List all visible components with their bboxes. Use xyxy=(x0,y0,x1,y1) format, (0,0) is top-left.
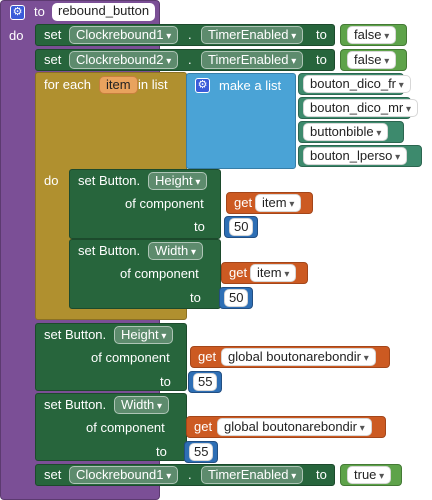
property-dropdown[interactable]: Height xyxy=(114,326,174,344)
number-value[interactable]: 55 xyxy=(189,443,214,461)
number-value[interactable]: 50 xyxy=(229,218,254,236)
for-each-label: for each xyxy=(44,77,91,92)
component-dropdown[interactable]: bouton_dico_fr xyxy=(303,75,411,93)
number-value[interactable]: 50 xyxy=(224,289,249,307)
variable-dropdown[interactable]: item xyxy=(255,194,302,212)
to-label: to xyxy=(316,467,327,482)
property-dropdown[interactable]: Width xyxy=(114,396,170,414)
list-item-block[interactable]: bouton_dico_mr xyxy=(298,97,419,119)
logic-false-block[interactable]: false xyxy=(340,49,407,71)
set-keyword: set xyxy=(44,467,62,482)
to-label: to xyxy=(316,52,327,67)
number-block[interactable]: 55 xyxy=(184,441,218,463)
component-dropdown[interactable]: Clockrebound1 xyxy=(69,26,179,44)
list-item-block[interactable]: bouton_dico_fr xyxy=(298,73,411,95)
set-button-label: set Button. xyxy=(78,243,141,258)
variable-dropdown[interactable]: global boutonarebondir xyxy=(221,348,376,366)
to-label: to xyxy=(190,290,201,305)
dot-label: . xyxy=(188,467,192,482)
set-button-width-outer[interactable]: set Button. Width of component to xyxy=(35,393,187,461)
logic-true-block[interactable]: true xyxy=(340,464,402,486)
get-block[interactable]: get global boutonarebondir xyxy=(190,346,390,368)
number-value[interactable]: 55 xyxy=(193,373,218,391)
get-block[interactable]: get item xyxy=(226,192,313,214)
variable-dropdown[interactable]: global boutonarebondir xyxy=(217,418,372,436)
variable-dropdown[interactable]: item xyxy=(250,264,297,282)
logic-value-dropdown[interactable]: false xyxy=(347,51,397,69)
property-dropdown[interactable]: TimerEnabled xyxy=(201,466,304,484)
set-button-label: set Button. xyxy=(44,397,107,412)
make-a-list-label: make a list xyxy=(219,78,282,93)
set-keyword: set xyxy=(44,52,62,67)
to-label: to xyxy=(160,374,171,389)
list-item-block[interactable]: bouton_lperso xyxy=(298,145,422,167)
number-block[interactable]: 50 xyxy=(219,287,253,309)
set-button-height-outer[interactable]: set Button. Height of component to xyxy=(35,323,187,391)
logic-value-dropdown[interactable]: false xyxy=(347,26,397,44)
component-dropdown[interactable]: buttonbible xyxy=(303,123,389,141)
set-button-label: set Button. xyxy=(44,327,107,342)
of-component-label: of component xyxy=(120,266,199,281)
logic-value-dropdown[interactable]: true xyxy=(347,466,392,484)
set-button-width-inner[interactable]: set Button. Width of component to xyxy=(69,239,221,309)
to-label: to xyxy=(316,27,327,42)
component-dropdown[interactable]: Clockrebound2 xyxy=(69,51,179,69)
get-block[interactable]: get item xyxy=(221,262,308,284)
set-clockrebound2-block[interactable]: set Clockrebound2 . TimerEnabled to xyxy=(35,49,335,71)
make-a-list-block[interactable]: ⚙ make a list xyxy=(186,73,296,169)
loop-variable-field[interactable]: item xyxy=(99,76,138,94)
procedure-do-label: do xyxy=(9,28,24,43)
set-clockrebound1-true-block[interactable]: set Clockrebound1 . TimerEnabled to xyxy=(35,464,335,486)
loop-do-label: do xyxy=(44,173,59,188)
component-dropdown[interactable]: bouton_lperso xyxy=(303,147,408,165)
get-label: get xyxy=(194,419,213,434)
property-dropdown[interactable]: Width xyxy=(148,242,204,260)
of-component-label: of component xyxy=(86,420,165,435)
property-dropdown[interactable]: Height xyxy=(148,172,208,190)
number-block[interactable]: 55 xyxy=(188,371,222,393)
get-label: get xyxy=(198,349,217,364)
property-dropdown[interactable]: TimerEnabled xyxy=(201,51,304,69)
number-block[interactable]: 50 xyxy=(224,216,258,238)
set-button-height-inner[interactable]: set Button. Height of component to xyxy=(69,169,221,239)
to-label: to xyxy=(156,444,167,459)
component-dropdown[interactable]: bouton_dico_mr xyxy=(303,99,419,117)
procedure-name-field[interactable]: rebound_button xyxy=(52,3,156,21)
set-clockrebound1-block[interactable]: set Clockrebound1 . TimerEnabled to xyxy=(35,24,335,46)
dot-label: . xyxy=(188,52,192,67)
component-dropdown[interactable]: Clockrebound1 xyxy=(69,466,179,484)
dot-label: . xyxy=(188,27,192,42)
of-component-label: of component xyxy=(91,350,170,365)
get-label: get xyxy=(234,195,253,210)
of-component-label: of component xyxy=(125,196,204,211)
set-keyword: set xyxy=(44,27,62,42)
gear-icon[interactable]: ⚙ xyxy=(10,5,25,20)
procedure-to-label: to xyxy=(34,4,45,19)
to-label: to xyxy=(194,219,205,234)
in-list-label: in list xyxy=(138,77,168,92)
logic-false-block[interactable]: false xyxy=(340,24,407,46)
get-label: get xyxy=(229,265,248,280)
list-item-block[interactable]: buttonbible xyxy=(298,121,404,143)
get-block[interactable]: get global boutonarebondir xyxy=(186,416,386,438)
set-button-label: set Button. xyxy=(78,173,141,188)
gear-icon[interactable]: ⚙ xyxy=(195,78,210,93)
property-dropdown[interactable]: TimerEnabled xyxy=(201,26,304,44)
